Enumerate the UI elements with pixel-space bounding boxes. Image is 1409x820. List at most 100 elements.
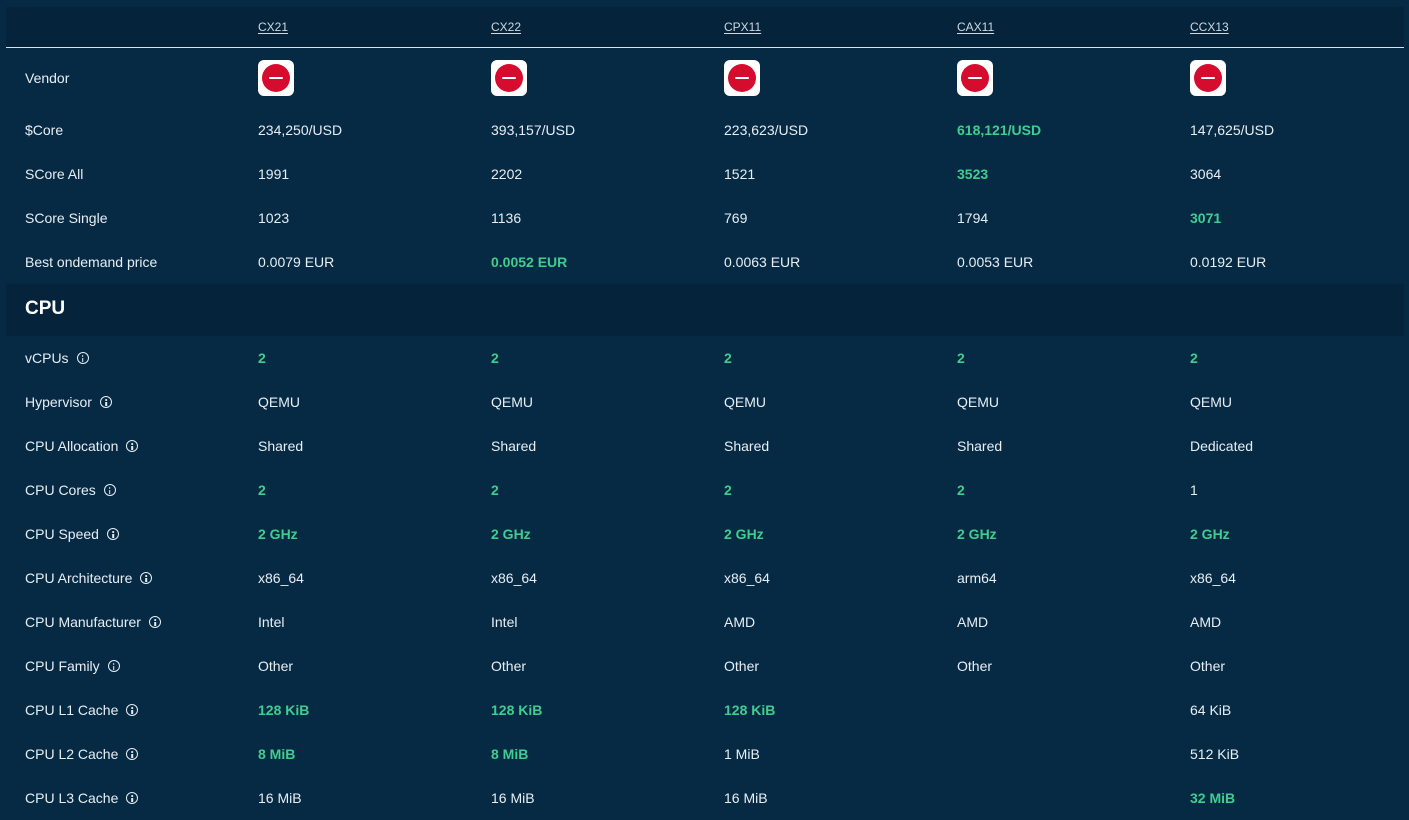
- table-row-best-ondemand-price: Best ondemand price 0.0079 EUR 0.0052 EUR 0…: [6, 240, 1404, 284]
- info-icon[interactable]: [76, 352, 89, 364]
- table-cell: 16 MiB: [724, 790, 768, 806]
- table-cell: 2 GHz: [724, 526, 764, 542]
- table-cell: Other: [724, 658, 760, 674]
- info-icon[interactable]: [140, 572, 153, 584]
- section-header-cpu: CPU: [6, 284, 1404, 336]
- row-label: vCPUs: [25, 350, 89, 366]
- row-label-text: CPU Allocation: [25, 438, 119, 454]
- row-label: CPU Manufacturer: [25, 614, 161, 630]
- column-header-4[interactable]: CAX11: [957, 20, 994, 34]
- info-icon[interactable]: [107, 660, 120, 672]
- column-header-5[interactable]: CCX13: [1190, 20, 1229, 34]
- row-label-text: Best ondemand price: [25, 254, 158, 270]
- table-cell: 512 KiB: [1190, 746, 1240, 762]
- table-row-core: $Core 234,250/USD 393,157/USD 223,623/USD 61…: [6, 108, 1404, 152]
- hetzner-logo-icon[interactable]: [258, 60, 294, 96]
- hetzner-logo-icon[interactable]: [491, 60, 527, 96]
- row-label: CPU L1 Cache: [25, 702, 139, 718]
- info-icon[interactable]: [126, 440, 139, 452]
- info-icon[interactable]: [126, 704, 139, 716]
- vendor-row: Vendor: [6, 56, 1404, 100]
- table-cell: Other: [491, 658, 527, 674]
- table-cell: Intel: [491, 614, 518, 630]
- table-row-vcpus: vCPUs 2 2 2 2 2: [6, 336, 1404, 380]
- table-cell: 128 KiB: [491, 702, 543, 718]
- table-cell: x86_64: [491, 570, 537, 586]
- table-cell: 2: [957, 482, 965, 498]
- table-cell: 1023: [258, 210, 290, 226]
- table-row-cpu-cores: CPU Cores 2 2 2 2 1: [6, 468, 1404, 512]
- table-cell: 2 GHz: [491, 526, 531, 542]
- table-cell: 0.0192 EUR: [1190, 254, 1267, 270]
- row-label: CPU L3 Cache: [25, 790, 139, 806]
- row-label-text: CPU L3 Cache: [25, 790, 119, 806]
- table-cell: Shared: [491, 438, 537, 454]
- table-cell: 234,250/USD: [258, 122, 343, 138]
- table-row-score-single: SCore Single 1023 1136 769 1794 3071: [6, 196, 1404, 240]
- row-label-text: vCPUs: [25, 350, 69, 366]
- table-cell: 1794: [957, 210, 989, 226]
- table-cell: x86_64: [258, 570, 304, 586]
- row-label: CPU Architecture: [25, 570, 153, 586]
- info-icon[interactable]: [126, 748, 139, 760]
- row-label: Hypervisor: [25, 394, 112, 410]
- table-cell: 1136: [491, 210, 522, 226]
- table-cell: 1991: [258, 166, 290, 182]
- row-label: SCore Single: [25, 210, 108, 226]
- info-icon[interactable]: [103, 484, 116, 496]
- table-cell: 128 KiB: [724, 702, 776, 718]
- table-row-cpu-allocation: CPU Allocation Shared Shared Shared Shared De…: [6, 424, 1404, 468]
- info-icon[interactable]: [148, 616, 161, 628]
- column-header-2[interactable]: CX22: [491, 20, 521, 34]
- section-title: CPU: [25, 298, 66, 319]
- table-cell: 2: [957, 350, 965, 366]
- table-row-cpu-l3-cache: CPU L3 Cache 16 MiB 16 MiB 16 MiB 32 MiB: [6, 776, 1404, 820]
- row-label: CPU Cores: [25, 482, 116, 498]
- table-cell: 0.0053 EUR: [957, 254, 1034, 270]
- table-row-cpu-architecture: CPU Architecture x86_64 x86_64 x86_64 arm64 x…: [6, 556, 1404, 600]
- info-icon[interactable]: [126, 792, 139, 804]
- table-cell: 64 KiB: [1190, 702, 1232, 718]
- table-cell: x86_64: [724, 570, 770, 586]
- info-icon[interactable]: [106, 528, 119, 540]
- table-cell: 3523: [957, 166, 989, 182]
- table-cell: QEMU: [258, 394, 300, 410]
- table-cell: Other: [1190, 658, 1226, 674]
- table-row-cpu-family: CPU Family Other Other Other Other Other: [6, 644, 1404, 688]
- table-cell: 2: [491, 482, 499, 498]
- table-cell: 16 MiB: [491, 790, 535, 806]
- row-label-text: CPU Architecture: [25, 570, 133, 586]
- table-cell: Shared: [724, 438, 770, 454]
- table-cell: 128 KiB: [258, 702, 310, 718]
- table-cell: x86_64: [1190, 570, 1236, 586]
- table-cell: 2: [724, 350, 732, 366]
- info-icon[interactable]: [99, 396, 112, 408]
- table-cell: 223,623/USD: [724, 122, 809, 138]
- table-cell: Shared: [258, 438, 304, 454]
- table-cell: 2: [258, 350, 266, 366]
- row-label: $Core: [25, 122, 63, 138]
- column-header-3[interactable]: CPX11: [724, 20, 761, 34]
- row-label-text: CPU Speed: [25, 526, 99, 542]
- row-label: Vendor: [25, 70, 70, 86]
- table-row-score-all: SCore All 1991 2202 1521 3523 3064: [6, 152, 1404, 196]
- table-cell: 3071: [1190, 210, 1222, 226]
- table-cell: 2: [1190, 350, 1198, 366]
- row-label-text: SCore All: [25, 166, 84, 182]
- hetzner-logo-icon[interactable]: [1190, 60, 1226, 96]
- table-cell: 16 MiB: [258, 790, 302, 806]
- table-cell: 1 MiB: [724, 746, 760, 762]
- hetzner-logo-icon[interactable]: [957, 60, 993, 96]
- table-cell: 1: [1190, 482, 1198, 498]
- row-label-text: CPU L2 Cache: [25, 746, 119, 762]
- table-cell: 8 MiB: [258, 746, 296, 762]
- row-label: SCore All: [25, 166, 83, 182]
- table-cell: 618,121/USD: [957, 122, 1042, 138]
- table-cell: 769: [724, 210, 748, 226]
- table-cell: 2 GHz: [258, 526, 298, 542]
- table-cell: QEMU: [957, 394, 999, 410]
- hetzner-logo-icon[interactable]: [724, 60, 760, 96]
- column-header-1[interactable]: CX21: [258, 20, 288, 34]
- table-cell: AMD: [957, 614, 989, 630]
- table-cell: QEMU: [491, 394, 533, 410]
